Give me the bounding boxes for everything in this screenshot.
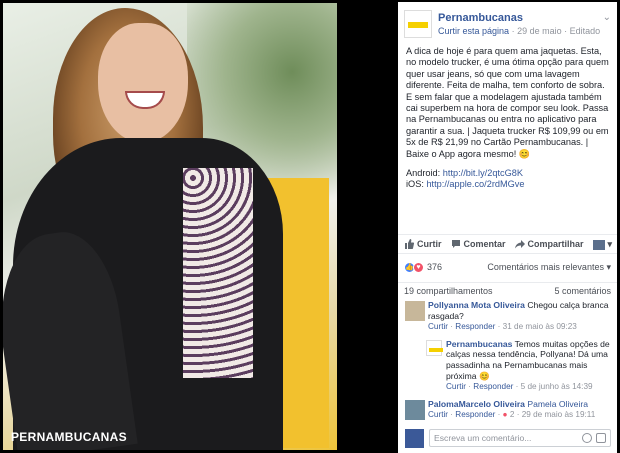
- android-label: Android:: [406, 168, 441, 179]
- comment-item: PalomaMarcelo Oliveira Pamela Oliveira C…: [398, 399, 617, 421]
- comment-like-link[interactable]: Curtir: [428, 322, 448, 331]
- model-blouse: [183, 168, 253, 378]
- comment-footer: Curtir · Responder · 31 de maio às 09:23: [428, 322, 577, 332]
- comment-like-link[interactable]: Curtir: [428, 410, 448, 419]
- avatar[interactable]: [405, 301, 425, 321]
- comment-input[interactable]: Escreva um comentário...: [429, 429, 611, 447]
- comment-composer: Escreva um comentário...: [398, 427, 617, 449]
- avatar[interactable]: [405, 399, 425, 420]
- comment-time[interactable]: 29 de maio às 19:11: [522, 410, 596, 419]
- post-photo[interactable]: PERNAMBUCANAS: [3, 3, 337, 450]
- post-side-panel: Pernambucanas Curtir esta página · 29 de…: [398, 2, 617, 453]
- comment-reply-link[interactable]: Responder: [473, 382, 513, 391]
- android-link[interactable]: http://bit.ly/2qtcG8K: [443, 168, 523, 178]
- profile-thumb-icon: [593, 239, 606, 250]
- share-arrow-icon: [514, 240, 525, 249]
- comment-reply-link[interactable]: Responder: [455, 322, 495, 331]
- camera-icon[interactable]: [596, 433, 606, 443]
- comment-author[interactable]: Pernambucanas: [446, 339, 512, 349]
- comments-count[interactable]: 5 comentários: [554, 286, 611, 296]
- comment-footer: Curtir · Responder · ● 2 · 29 de maio às…: [428, 410, 596, 420]
- edited-label[interactable]: Editado: [570, 26, 601, 36]
- share-audience-selector[interactable]: ▾: [593, 239, 612, 250]
- comment-author[interactable]: Pollyanna Mota Oliveira: [428, 300, 525, 310]
- comment-time[interactable]: 5 de junho às 14:39: [521, 382, 593, 391]
- current-user-avatar: [405, 429, 424, 448]
- love-reaction-icon[interactable]: ●: [503, 410, 508, 419]
- share-label: Compartilhar: [527, 239, 584, 249]
- emoji-icon[interactable]: [582, 433, 592, 443]
- comment-reply-item: Pernambucanas Temos muitas opções de cal…: [398, 339, 617, 393]
- post-header: Pernambucanas Curtir esta página · 29 de…: [398, 2, 617, 42]
- comment-footer: Curtir · Responder · 5 de junho às 14:39: [446, 382, 593, 392]
- comment-like-link[interactable]: Curtir: [446, 382, 466, 391]
- post-body: A dica de hoje é para quem ama jaquetas.…: [398, 42, 617, 190]
- sort-label: Comentários mais relevantes: [487, 261, 604, 272]
- comment-label: Comentar: [463, 239, 506, 249]
- post-actions: Curtir Comentar Compartilhar ▾: [398, 234, 617, 254]
- photo-brand-watermark: PERNAMBUCANAS: [11, 430, 127, 444]
- comment-author[interactable]: PalomaMarcelo Oliveira: [428, 399, 525, 409]
- comments-list: Pollyanna Mota Oliveira Chegou calça bra…: [398, 300, 617, 427]
- tagged-user[interactable]: Pamela Oliveira: [527, 399, 588, 409]
- share-count-row: 19 compartilhamentos 5 comentários: [398, 282, 617, 298]
- post-paragraph: A dica de hoje é para quem ama jaquetas.…: [406, 46, 609, 159]
- photo-viewer: PERNAMBUCANAS: [0, 0, 398, 453]
- shares-count[interactable]: 19 compartilhamentos: [404, 286, 493, 296]
- chevron-down-icon[interactable]: ⌄: [603, 12, 611, 23]
- comment-placeholder: Escreva um comentário...: [434, 433, 532, 443]
- ios-label: iOS:: [406, 179, 424, 190]
- post-meta: Curtir esta página · 29 de maio · Editad…: [438, 26, 601, 36]
- love-reaction-icon[interactable]: ♥: [413, 261, 424, 273]
- like-page-link[interactable]: Curtir esta página: [438, 26, 509, 36]
- comment-reaction-count[interactable]: 2: [510, 410, 515, 419]
- like-label: Curtir: [417, 239, 442, 249]
- dropdown-arrow-icon: ▾: [607, 239, 612, 249]
- comment-button[interactable]: Comentar: [451, 239, 506, 249]
- page-name-link[interactable]: Pernambucanas: [438, 12, 523, 24]
- reactions-bar: 👍 ♥ 376 Comentários mais relevantes ▾: [398, 257, 617, 277]
- like-button[interactable]: Curtir: [404, 239, 442, 249]
- comment-sort-dropdown[interactable]: Comentários mais relevantes ▾: [487, 262, 611, 273]
- comment-reply-link[interactable]: Responder: [455, 410, 495, 419]
- post-date[interactable]: 29 de maio: [517, 26, 562, 36]
- ios-link[interactable]: http://apple.co/2rdMGve: [426, 179, 524, 189]
- model-face: [98, 23, 188, 143]
- share-button[interactable]: Compartilhar: [514, 239, 584, 249]
- app-links: Android: http://bit.ly/2qtcG8K iOS: http…: [406, 168, 609, 190]
- comment-item: Pollyanna Mota Oliveira Chegou calça bra…: [398, 300, 617, 333]
- comment-time[interactable]: 31 de maio às 09:23: [503, 322, 577, 331]
- thumbs-up-icon: [405, 239, 414, 249]
- comment-icon: [451, 240, 460, 248]
- reaction-count[interactable]: 376: [427, 262, 442, 272]
- page-avatar-small[interactable]: [426, 339, 443, 356]
- page-avatar[interactable]: [404, 10, 432, 38]
